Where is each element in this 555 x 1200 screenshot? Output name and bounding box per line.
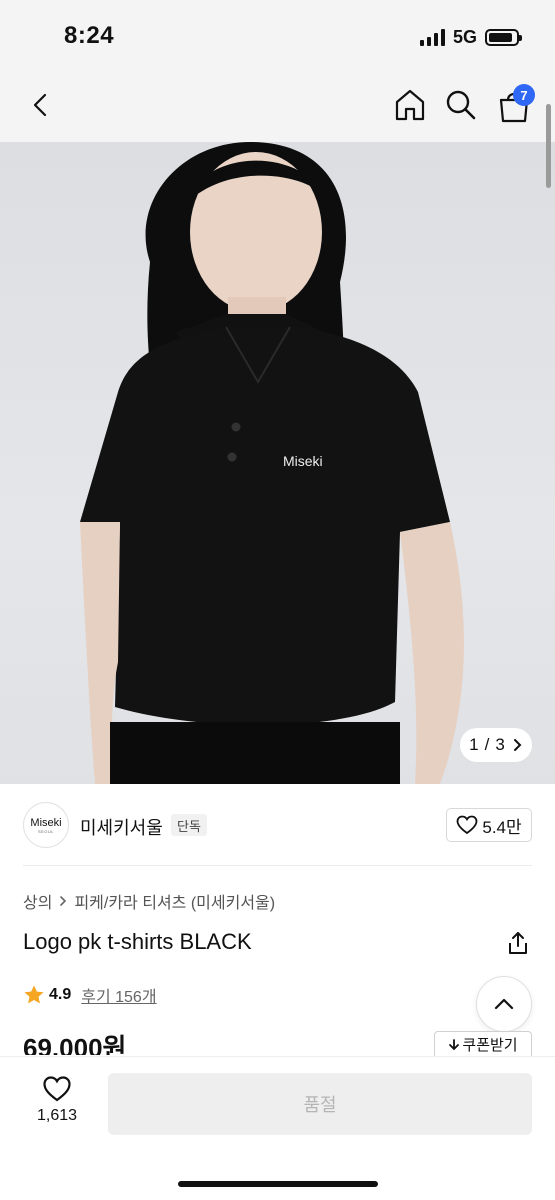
cart-count-badge: 7 [513, 84, 535, 106]
brand-like-count: 5.4만 [482, 817, 522, 837]
chevron-right-icon [60, 896, 67, 906]
shirt-logo: Miseki [283, 453, 323, 469]
share-icon[interactable] [505, 930, 531, 956]
signal-icon [419, 28, 445, 46]
download-icon [449, 1038, 460, 1050]
star-icon [24, 985, 44, 1004]
scrollbar[interactable] [546, 104, 551, 188]
chevron-up-icon [494, 998, 514, 1010]
status-bar: 8:24 5G [0, 0, 555, 70]
brand-logo-subtext: SEOUL [37, 828, 55, 834]
chevron-right-icon [513, 739, 522, 751]
coupon-label: 쿠폰받기 [462, 1037, 518, 1054]
bottom-action-bar: 1,613 품절 [0, 1056, 555, 1200]
battery-icon [485, 28, 522, 46]
brand-row: Miseki SEOUL 미세키서울 단독 5.4만 [0, 800, 555, 850]
status-time: 8:24 [64, 22, 115, 49]
home-indicator [178, 1181, 378, 1187]
breadcrumb: 상의 피케/카라 티셔츠 (미세키서울) [23, 889, 275, 913]
divider [23, 865, 532, 866]
product-price: 69,000원 [23, 1033, 127, 1055]
review-link[interactable]: 후기 156개 [81, 983, 156, 1007]
product-title: Logo pk t-shirts BLACK [23, 929, 252, 954]
status-indicators: 5G [419, 26, 522, 48]
scroll-to-top-button[interactable] [476, 976, 532, 1032]
coupon-button[interactable]: 쿠폰받기 [434, 1031, 532, 1057]
breadcrumb-category[interactable]: 상의 [23, 889, 52, 913]
brand-name[interactable]: 미세키서울 [80, 814, 163, 840]
heart-icon [456, 815, 478, 835]
home-icon[interactable] [392, 87, 428, 123]
wishlist-count: 1,613 [36, 1107, 78, 1124]
search-icon[interactable] [444, 88, 478, 122]
rating-value: 4.9 [49, 986, 72, 1003]
model-photo-illustration: Miseki [80, 142, 464, 784]
brand-like-button[interactable]: 5.4만 [446, 808, 532, 842]
brand-logo-text: Miseki [30, 816, 62, 829]
network-label: 5G [452, 26, 477, 47]
image-page-indicator[interactable]: 1 / 3 [460, 728, 532, 762]
brand-logo[interactable]: Miseki SEOUL [23, 802, 69, 848]
image-total: 3 [495, 735, 505, 754]
rating-row: 4.9 후기 156개 [23, 983, 157, 1007]
sold-out-button[interactable]: 품절 [108, 1073, 532, 1135]
back-arrow-icon[interactable] [26, 90, 56, 120]
image-current: 1 [469, 735, 479, 754]
exclusive-badge: 단독 [171, 814, 207, 836]
heart-icon [43, 1076, 71, 1102]
image-separator: / [484, 735, 490, 754]
wishlist-button[interactable]: 1,613 [26, 1075, 88, 1135]
product-photo[interactable]: Miseki [0, 142, 555, 784]
breadcrumb-subcategory[interactable]: 피케/카라 티셔츠 (미세키서울) [74, 889, 275, 913]
top-nav [0, 70, 555, 142]
